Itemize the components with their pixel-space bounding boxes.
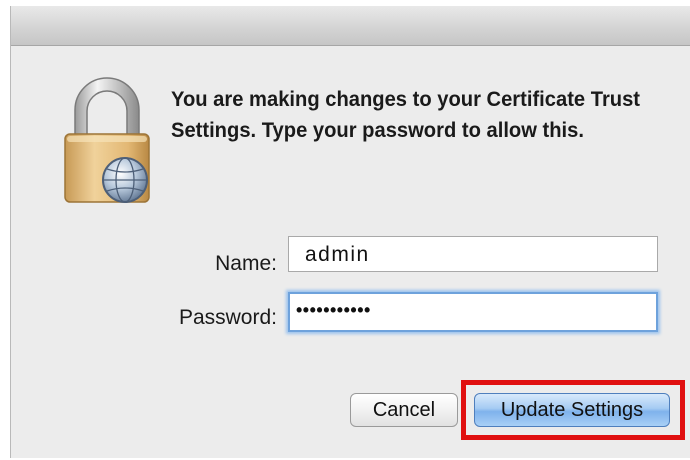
lock-icon xyxy=(61,76,153,206)
name-label: Name: xyxy=(215,252,277,275)
authentication-dialog: You are making changes to your Certifica… xyxy=(10,6,690,458)
name-field[interactable]: admin xyxy=(288,236,658,272)
password-label: Password: xyxy=(178,306,277,329)
password-field[interactable]: ••••••••••• xyxy=(288,292,658,332)
dialog-titlebar[interactable] xyxy=(11,6,690,46)
highlight-box xyxy=(461,380,685,440)
dialog-message: You are making changes to your Certifica… xyxy=(171,88,641,142)
cancel-button[interactable]: Cancel xyxy=(350,393,458,427)
